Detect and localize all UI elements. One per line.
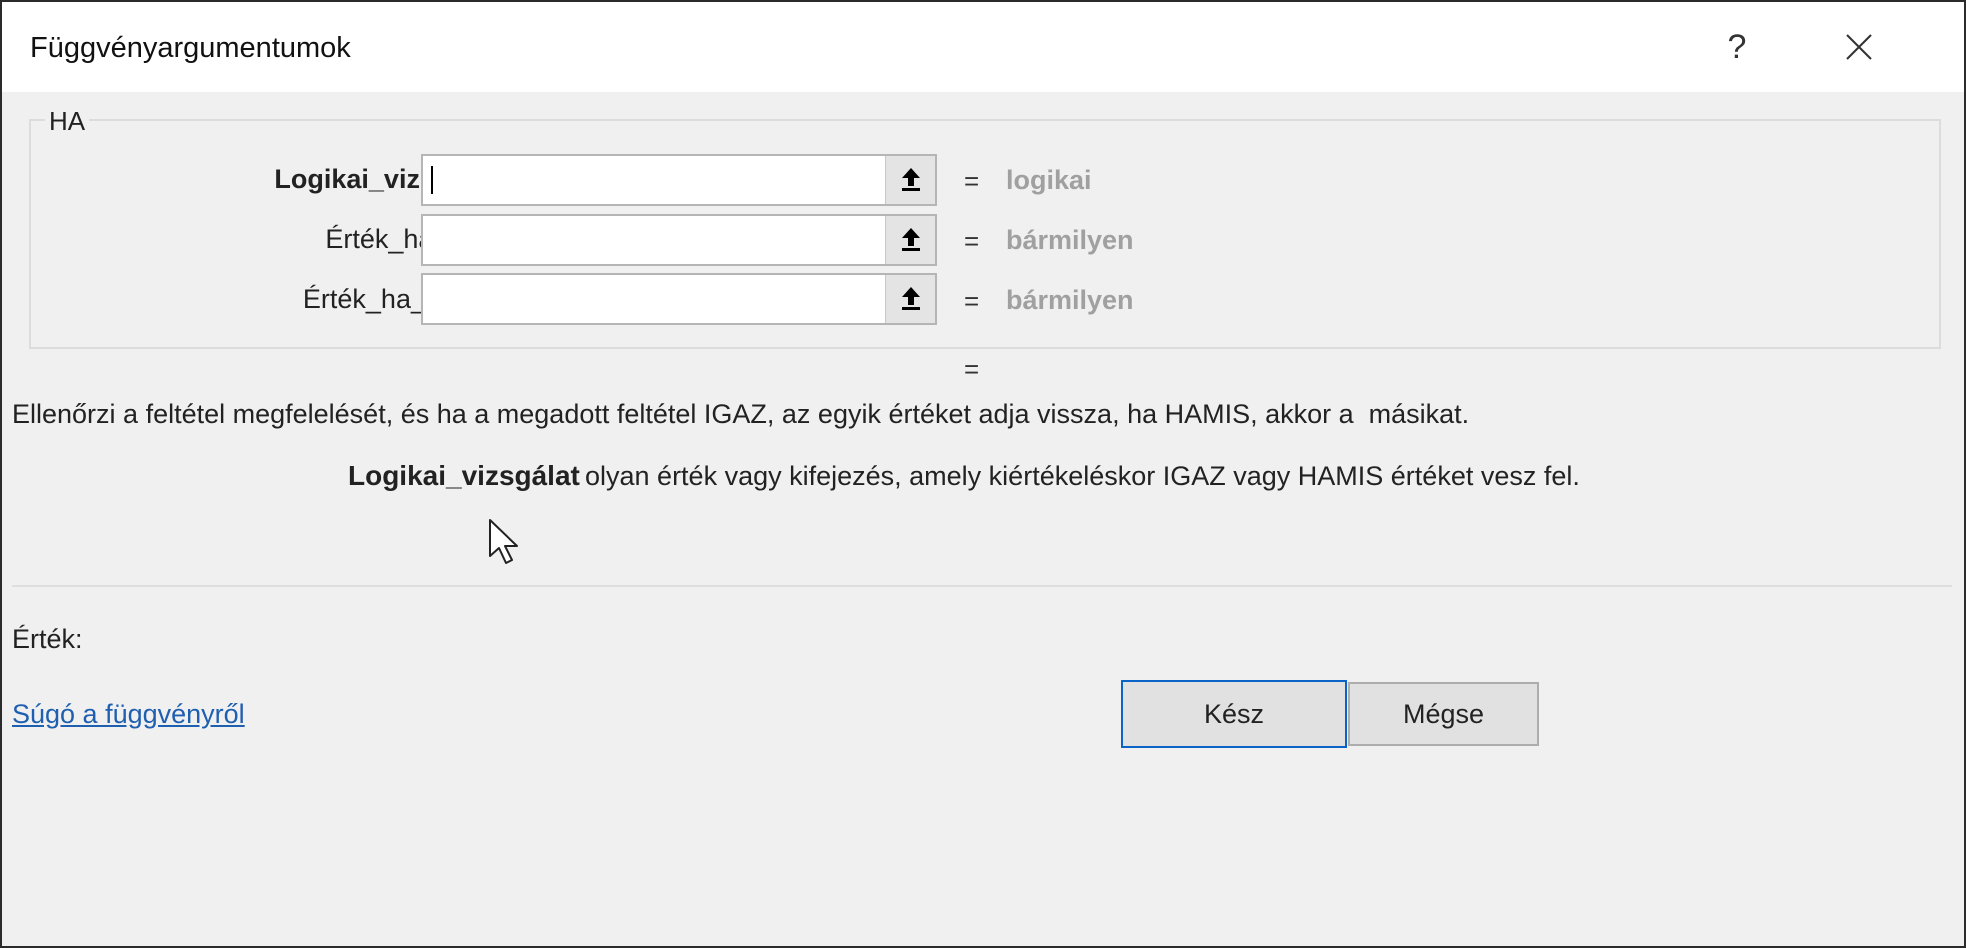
divider [12,585,1952,587]
title-bar: Függvényargumentumok ? [2,2,1964,92]
arg-input-logikai-vizsgalat [421,154,937,206]
collapse-dialog-button-2[interactable] [885,216,935,264]
function-description: Ellenőrzi a feltétel megfelelését, és ha… [12,399,1470,429]
text-caret [431,166,433,194]
arg-type-3: bármilyen [1006,285,1134,315]
collapse-dialog-button-3[interactable] [885,275,935,323]
arg-input-ertek-ha-hamis [421,273,937,325]
collapse-dialog-icon [902,287,920,310]
arg-field-ertek-ha-igaz[interactable] [423,216,887,264]
help-button[interactable]: ? [1712,22,1762,72]
value-label: Érték: [12,624,83,654]
arg-input-ertek-ha-igaz [421,214,937,266]
collapse-dialog-button-1[interactable] [885,156,935,204]
help-on-function-link[interactable]: Súgó a függvényről [12,699,245,730]
arg-field-logikai-vizsgalat[interactable] [423,156,887,204]
arg-type-2: bármilyen [1006,225,1134,255]
function-name-label: HA [45,106,90,137]
arg-equals-2: = [964,226,980,256]
collapse-dialog-icon [902,168,920,191]
arg-type-1: logikai [1006,165,1092,195]
cancel-button[interactable]: Mégse [1348,682,1539,746]
argument-help-name: Logikai_vizsgálat [348,460,580,491]
arg-equals-1: = [964,166,980,196]
dialog-title: Függvényargumentumok [30,32,351,64]
arg-equals-3: = [964,286,980,316]
arg-field-ertek-ha-hamis[interactable] [423,275,887,323]
collapse-dialog-icon [902,228,920,251]
mouse-pointer-icon [489,519,518,564]
result-equals: = [964,354,980,384]
close-icon [1846,34,1872,60]
close-button[interactable] [1834,22,1884,72]
function-arguments-dialog: Függvényargumentumok ? HA Logikai_vizsgá… [0,0,1966,948]
argument-help-text: olyan érték vagy kifejezés, amely kiérté… [585,461,1580,491]
ok-button[interactable]: Kész [1121,680,1347,748]
